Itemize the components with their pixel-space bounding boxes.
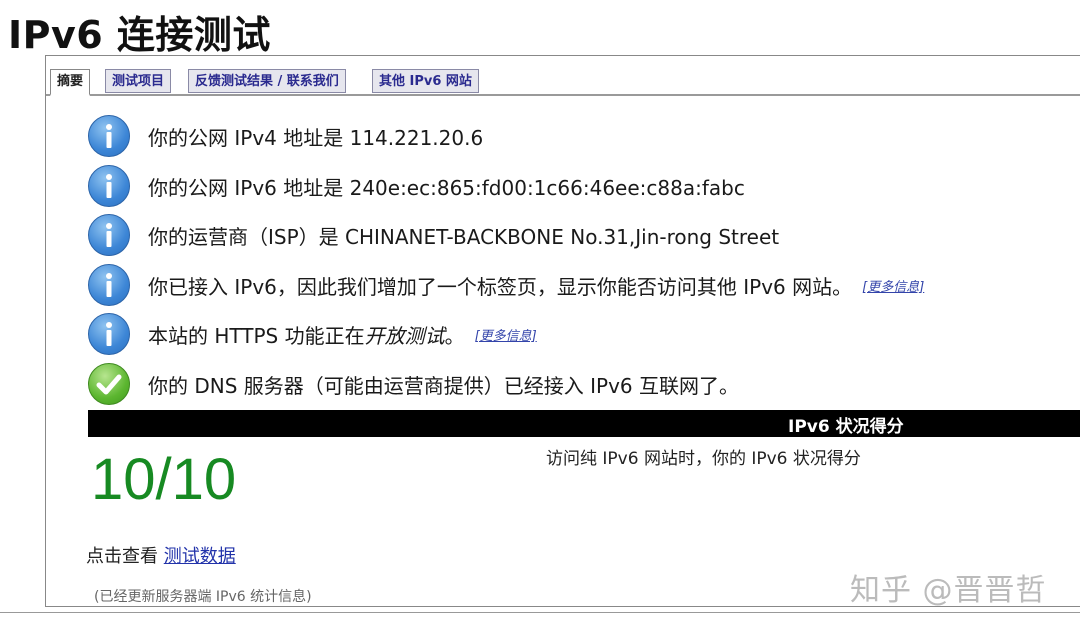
info-icon <box>88 214 130 256</box>
page-title: IPv6 连接测试 <box>8 13 271 57</box>
score-description: 访问纯 IPv6 网站时，你的 IPv6 状况得分 <box>546 449 861 469</box>
footnote: (已经更新服务器端 IPv6 统计信息) <box>94 589 312 605</box>
test-data-link[interactable]: 测试数据 <box>164 546 236 567</box>
info-row-isp: 你的运营商（ISP）是 CHINANET-BACKBONE No.31,Jin-… <box>88 213 779 257</box>
more-info-link[interactable]: [更多信息] <box>475 325 537 344</box>
more-info-link[interactable]: [更多信息] <box>862 276 924 295</box>
info-icon <box>88 313 130 355</box>
info-icon <box>88 264 130 306</box>
info-text: 本站的 HTTPS 功能正在开放测试。 <box>148 320 465 349</box>
check-icon <box>88 363 130 405</box>
info-text: 你的运营商（ISP）是 CHINANET-BACKBONE No.31,Jin-… <box>148 224 780 249</box>
test-data-prefix: 点击查看 <box>86 546 164 567</box>
info-row-ipv6: 你的公网 IPv6 地址是 240e:ec:865:fd00:1c66:46ee… <box>88 164 745 208</box>
bottom-divider <box>0 612 1080 613</box>
watermark: 知乎 @晋晋哲 <box>850 573 1047 608</box>
info-text-before: 本站的 HTTPS 功能正在 <box>148 323 365 348</box>
test-data-line: 点击查看 测试数据 <box>86 542 236 568</box>
info-row-https: 本站的 HTTPS 功能正在开放测试。 [更多信息] <box>88 312 537 356</box>
info-text-italic: 开放测试 <box>364 323 445 348</box>
info-icon <box>88 115 130 157</box>
info-icon <box>88 165 130 207</box>
info-text: 你的公网 IPv6 地址是 240e:ec:865:fd00:1c66:46ee… <box>148 175 745 200</box>
info-row-dns: 你的 DNS 服务器（可能由运营商提供）已经接入 IPv6 互联网了。 <box>88 362 739 406</box>
score-header: IPv6 状况得分 <box>88 410 1080 437</box>
main-panel: 摘要 测试项目 反馈测试结果 / 联系我们 其他 IPv6 网站 你的公网 IP… <box>45 55 1080 607</box>
tab-other-ipv6-sites[interactable]: 其他 IPv6 网站 <box>372 69 479 93</box>
score-header-text: IPv6 状况得分 <box>788 417 904 437</box>
info-text: 你已接入 IPv6，因此我们增加了一个标签页，显示你能否访问其他 IPv6 网站… <box>148 274 853 299</box>
info-text: 你的 DNS 服务器（可能由运营商提供）已经接入 IPv6 互联网了。 <box>148 373 740 398</box>
info-row-ipv6-tab: 你已接入 IPv6，因此我们增加了一个标签页，显示你能否访问其他 IPv6 网站… <box>88 263 924 307</box>
score-value: 10/10 <box>91 447 237 512</box>
tab-feedback[interactable]: 反馈测试结果 / 联系我们 <box>188 69 346 93</box>
tab-bar: 摘要 测试项目 反馈测试结果 / 联系我们 其他 IPv6 网站 <box>46 64 1080 96</box>
info-row-ipv4: 你的公网 IPv4 地址是 114.221.20.6 <box>88 114 483 158</box>
tab-summary[interactable]: 摘要 <box>50 69 91 96</box>
tab-test-items[interactable]: 测试项目 <box>105 69 172 93</box>
info-text: 你的公网 IPv4 地址是 114.221.20.6 <box>148 125 484 150</box>
info-text-after: 。 <box>444 323 465 348</box>
